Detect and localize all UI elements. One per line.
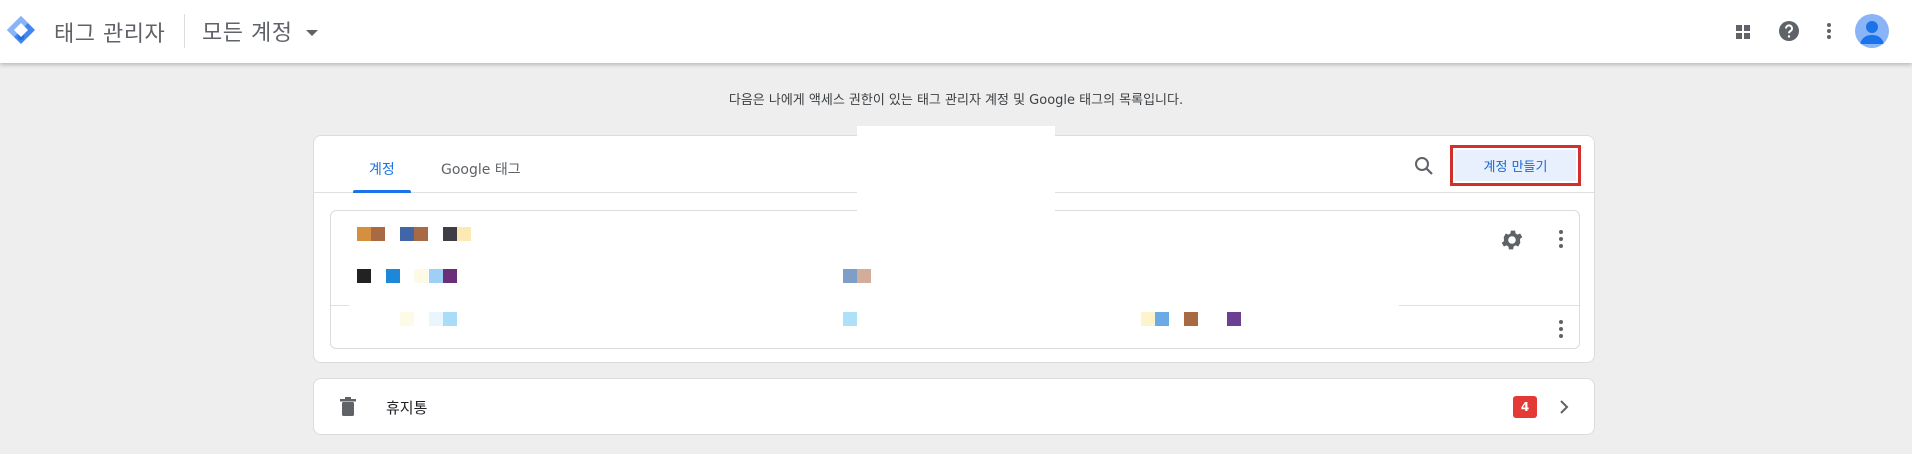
gear-icon[interactable]	[1499, 227, 1525, 253]
more-vert-icon[interactable]	[1818, 20, 1840, 42]
title-divider	[184, 14, 185, 48]
tab-accounts[interactable]: 계정	[369, 159, 395, 179]
highlight-box: 계정 만들기	[1450, 145, 1581, 186]
chevron-right-icon	[1560, 400, 1569, 414]
intro-text: 다음은 나에게 액세스 권한이 있는 태그 관리자 계정 및 Google 태그…	[728, 93, 1184, 108]
help-icon[interactable]	[1778, 20, 1800, 42]
account-avatar-icon[interactable]	[1855, 14, 1889, 48]
search-icon[interactable]	[1413, 155, 1435, 177]
top-app-bar: 태그 관리자 모든 계정	[0, 0, 1912, 63]
redaction-overlay	[349, 286, 1399, 306]
caret-down-icon	[306, 29, 319, 36]
create-account-button[interactable]: 계정 만들기	[1455, 150, 1576, 181]
redaction-overlay	[857, 126, 1055, 248]
trash-label: 휴지통	[386, 399, 428, 417]
active-tab-indicator	[353, 190, 411, 193]
tag-manager-logo-icon[interactable]	[5, 14, 37, 46]
more-vert-icon[interactable]	[1549, 227, 1573, 251]
apps-grid-icon[interactable]	[1733, 22, 1753, 42]
tab-google-tags[interactable]: Google 태그	[441, 159, 521, 179]
app-title: 태그 관리자	[54, 22, 166, 47]
trash-icon	[340, 397, 356, 416]
account-selector-label: 모든 계정	[202, 21, 293, 46]
account-selector[interactable]: 모든 계정	[202, 14, 319, 48]
trash-row[interactable]: 휴지통 4	[313, 378, 1595, 435]
trash-count-badge: 4	[1513, 396, 1537, 418]
more-vert-icon[interactable]	[1549, 317, 1573, 341]
